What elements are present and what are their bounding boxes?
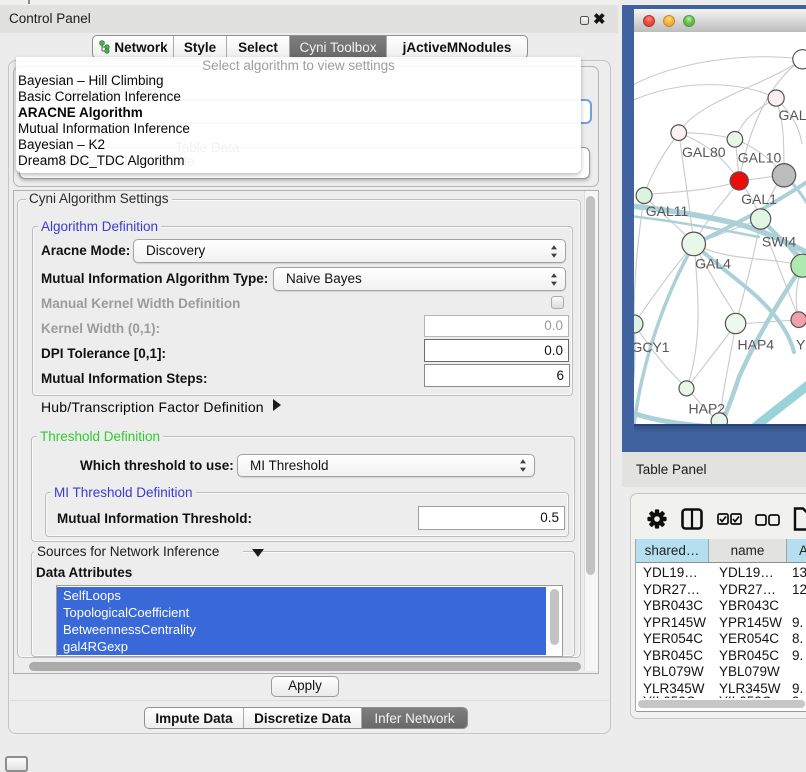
- svg-text:GAL80: GAL80: [682, 144, 726, 160]
- svg-text:GCY1: GCY1: [634, 339, 670, 355]
- svg-text:HAP2: HAP2: [689, 401, 726, 417]
- svg-text:GAL4: GAL4: [695, 256, 731, 272]
- svg-text:HAP4: HAP4: [738, 337, 775, 353]
- svg-text:GAL10: GAL10: [738, 150, 782, 166]
- svg-text:GAL1: GAL1: [741, 191, 777, 207]
- svg-text:GAL7: GAL7: [779, 107, 806, 123]
- svg-text:GAL11: GAL11: [646, 203, 689, 219]
- svg-text:SWI4: SWI4: [762, 234, 796, 250]
- svg-text:YM: YM: [796, 337, 806, 353]
